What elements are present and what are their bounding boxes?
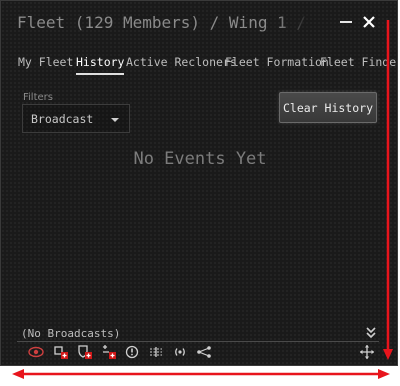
broadcast-status: (No Broadcasts) [21,327,121,340]
shield-broadcast-icon[interactable] [77,344,93,360]
close-icon [363,16,375,28]
repair-broadcast-icon[interactable] [101,344,117,360]
tab-fleet-formation[interactable]: Fleet Formation [225,55,329,75]
tab-history[interactable]: History [76,55,125,75]
warp-to-member-icon[interactable] [53,344,69,360]
tab-active-recloners[interactable]: Active Recloners [126,55,237,75]
move-icon[interactable] [359,344,375,360]
target-icon[interactable] [124,344,140,360]
share-icon[interactable] [196,344,212,360]
tab-fleet-finder[interactable]: Fleet Finder [320,55,397,75]
fleet-window: Fleet (129 Members) / Wing 1 / Squad 1 M… [0,0,398,366]
clear-history-button[interactable]: Clear History [279,92,377,123]
filters-label: Filters [23,92,53,103]
close-button[interactable] [360,13,378,31]
broadcast-signal-icon[interactable] [172,344,188,360]
window-title: Fleet (129 Members) / Wing 1 / Squad 1 [17,13,311,32]
tab-my-fleet[interactable]: My Fleet [18,55,73,75]
empty-state-message: No Events Yet [133,149,267,169]
filter-dropdown[interactable]: Broadcast History [22,104,130,133]
horizontal-annotation-arrow [12,369,390,379]
enemy-spotted-icon[interactable] [148,344,164,360]
minimize-icon [340,21,352,23]
filter-dropdown-value: Broadcast History [31,112,95,126]
chevron-down-icon [111,118,119,122]
double-chevron-down-icon[interactable] [365,327,377,339]
title-bar[interactable]: Fleet (129 Members) / Wing 1 / Squad 1 [1,1,397,45]
tab-bar: My Fleet History Active Recloners Fleet … [1,55,397,79]
footer-divider [17,341,379,342]
broadcast-toolbar [1,344,397,362]
minimize-button[interactable] [337,13,355,31]
eye-icon[interactable] [28,344,44,360]
